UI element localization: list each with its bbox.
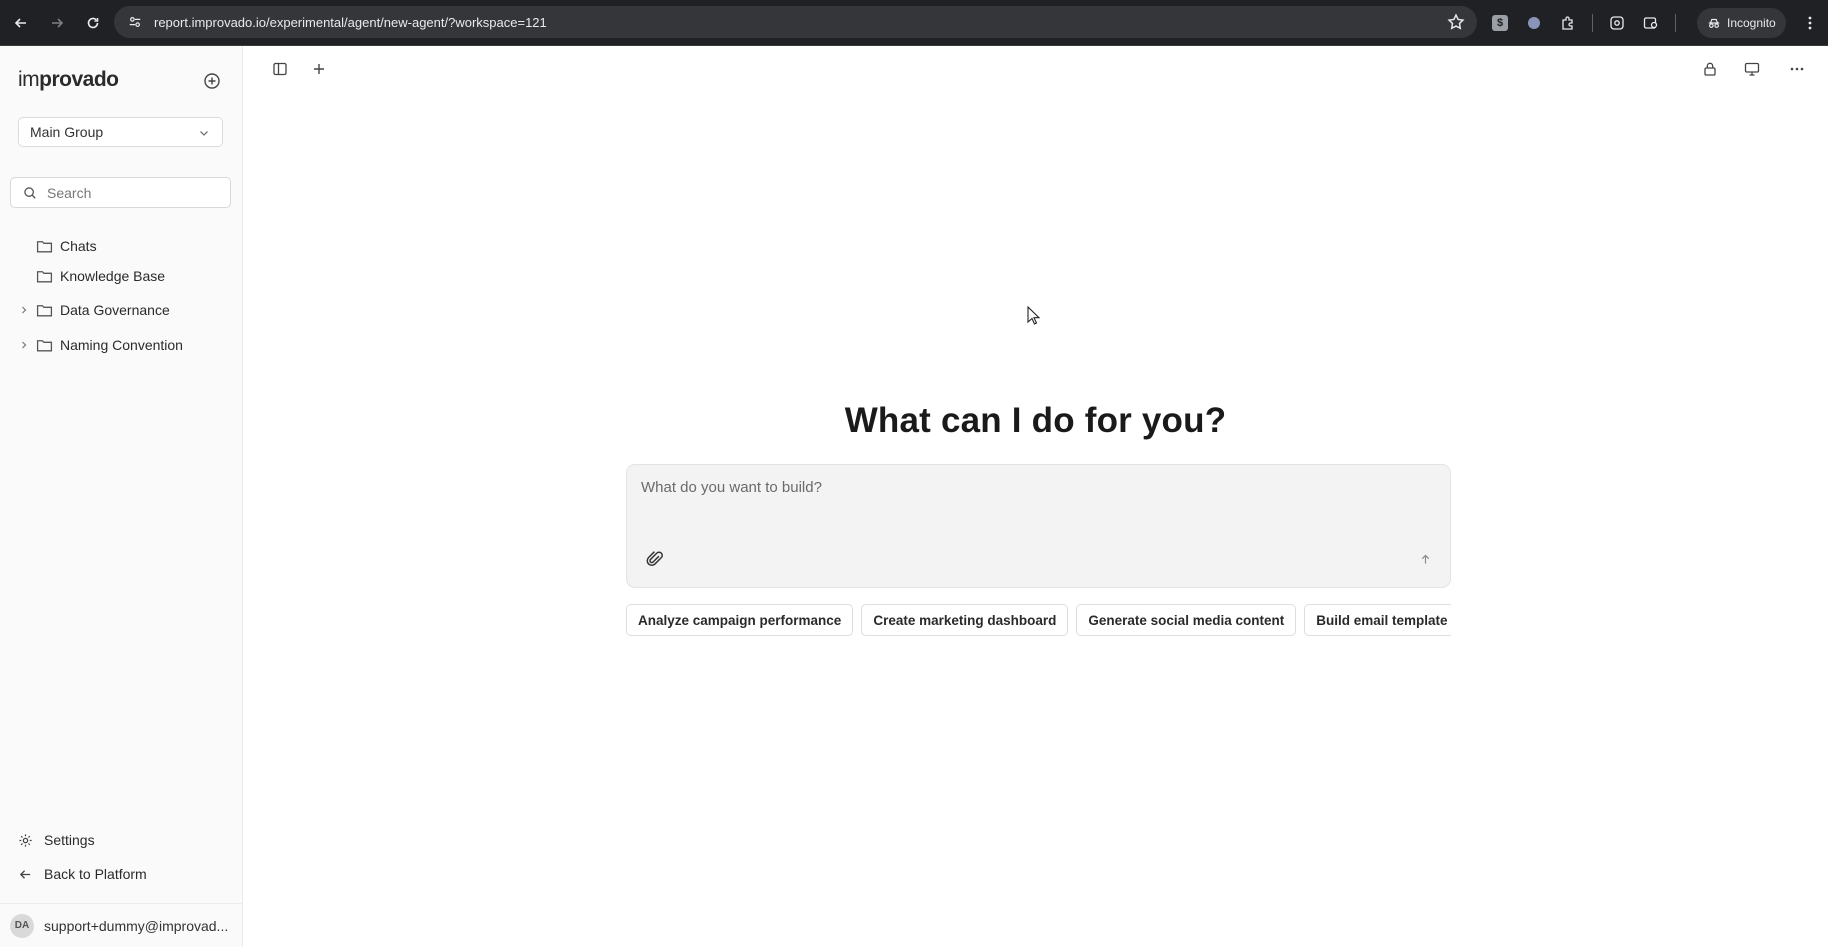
chevron-right-icon[interactable] — [19, 305, 29, 315]
group-select[interactable]: Main Group — [18, 117, 223, 147]
incognito-badge[interactable]: Incognito — [1697, 8, 1786, 38]
toolbar-divider — [1592, 14, 1593, 32]
new-chat-plus-circle-icon[interactable] — [202, 71, 222, 91]
folder-icon — [36, 240, 53, 252]
tree-item-label: Data Governance — [60, 302, 170, 318]
extensions-area: $ — [1490, 8, 1676, 38]
lock-icon[interactable] — [1699, 58, 1721, 80]
arrow-up-icon — [1421, 554, 1429, 564]
back-to-platform-label: Back to Platform — [44, 866, 147, 882]
settings-label: Settings — [44, 832, 95, 848]
forward-arrow-icon[interactable] — [42, 8, 72, 38]
settings-link[interactable]: Settings — [18, 828, 95, 852]
search-box[interactable] — [10, 177, 231, 208]
tree-item-naming-convention[interactable]: Naming Convention — [0, 330, 243, 360]
incognito-label: Incognito — [1727, 16, 1776, 30]
site-info-icon[interactable] — [126, 13, 144, 31]
suggestion-chip[interactable]: Create marketing dashboard — [861, 604, 1069, 636]
user-email: support+dummy@improvad... — [44, 917, 229, 934]
paperclip-icon[interactable] — [646, 550, 664, 568]
folder-icon — [36, 339, 53, 351]
main-content: What can I do for you? Analyze campaign … — [243, 46, 1828, 947]
back-to-platform-link[interactable]: Back to Platform — [18, 862, 147, 886]
folder-icon — [36, 270, 53, 282]
browser-toolbar: report.improvado.io/experimental/agent/n… — [0, 0, 1828, 46]
tree-item-label: Chats — [60, 238, 97, 254]
search-icon — [24, 186, 36, 199]
url-text[interactable]: report.improvado.io/experimental/agent/n… — [154, 15, 547, 30]
suggestion-chip[interactable]: Generate social media content — [1076, 604, 1297, 636]
logo-main: provado — [39, 68, 119, 91]
mouse-cursor-icon — [1027, 306, 1041, 325]
improvado-logo[interactable]: improvado — [18, 68, 119, 92]
address-bar[interactable]: report.improvado.io/experimental/agent/n… — [114, 6, 1477, 38]
dollar-extension-icon[interactable]: $ — [1490, 13, 1510, 33]
tree-item-label: Knowledge Base — [60, 268, 166, 284]
puzzle-extensions-icon[interactable] — [1558, 13, 1578, 33]
chevron-right-icon[interactable] — [19, 340, 29, 350]
plus-icon[interactable] — [308, 58, 330, 80]
search-input[interactable] — [47, 184, 217, 201]
tree-item-label: Naming Convention — [60, 337, 183, 353]
tree-item-chats[interactable]: Chats — [0, 231, 243, 261]
sidebar: improvado Main Group Chats Knowledge Bas… — [0, 46, 243, 947]
chevron-down-icon — [200, 131, 208, 136]
arrow-left-icon — [19, 869, 31, 879]
toolbar-divider — [1675, 14, 1676, 32]
send-button[interactable] — [1414, 548, 1436, 570]
tab-search-icon[interactable] — [1641, 13, 1661, 33]
circle-extension-icon[interactable] — [1524, 13, 1544, 33]
incognito-icon — [1708, 18, 1720, 28]
tree-item-knowledge-base[interactable]: Knowledge Base — [0, 261, 243, 291]
avatar: DA — [10, 913, 34, 938]
prompt-input[interactable] — [641, 479, 1431, 523]
prompt-composer[interactable] — [626, 464, 1451, 588]
lens-icon[interactable] — [1607, 13, 1627, 33]
sidebar-toggle-icon[interactable] — [269, 58, 291, 80]
back-arrow-icon[interactable] — [6, 8, 36, 38]
gear-icon — [19, 833, 32, 847]
bookmark-star-icon[interactable] — [1447, 13, 1465, 31]
folder-icon — [36, 304, 53, 316]
more-icon[interactable] — [1786, 58, 1808, 80]
suggestion-chip[interactable]: Analyze campaign performance — [626, 604, 854, 636]
tree-item-data-governance[interactable]: Data Governance — [0, 295, 243, 325]
monitor-icon[interactable] — [1741, 58, 1763, 80]
suggestion-chip[interactable]: Build email template — [1304, 604, 1451, 636]
page-title: What can I do for you? — [844, 401, 1227, 440]
suggestion-chips: Analyze campaign performance Create mark… — [626, 604, 1451, 638]
reload-icon[interactable] — [78, 8, 108, 38]
group-select-value: Main Group — [30, 124, 104, 140]
user-account[interactable]: DA support+dummy@improvad... — [0, 903, 243, 947]
browser-menu-icon[interactable] — [1800, 12, 1820, 34]
logo-prefix: im — [18, 68, 40, 91]
